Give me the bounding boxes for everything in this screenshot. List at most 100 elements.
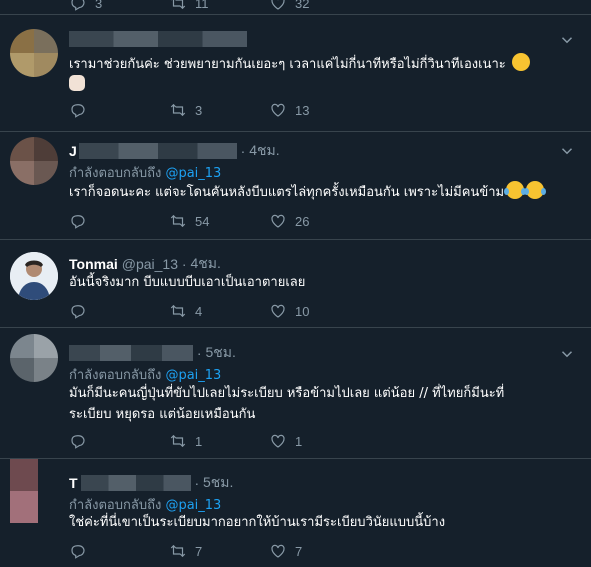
reply-button[interactable]: 3 bbox=[69, 0, 169, 12]
reply-button[interactable] bbox=[69, 432, 169, 450]
mention-link[interactable]: @pai_13 bbox=[165, 498, 221, 513]
reply-count: 3 bbox=[95, 0, 103, 11]
like-button[interactable]: 7 bbox=[269, 542, 369, 560]
tweet-time[interactable]: 5ชม. bbox=[203, 472, 233, 494]
retweet-icon bbox=[170, 214, 186, 228]
reply-button[interactable] bbox=[69, 101, 169, 119]
tweet[interactable]: Tonmai @pai_13 · 4ชม. อันนี้จริงมาก บีบแ… bbox=[0, 240, 591, 328]
display-name[interactable]: Tonmai bbox=[69, 256, 118, 272]
tweet-header: · 5ชม. bbox=[69, 342, 236, 364]
chevron-down-icon[interactable] bbox=[558, 142, 576, 160]
blurred-username bbox=[69, 31, 247, 47]
like-button[interactable]: 13 bbox=[269, 101, 369, 119]
tweet-feed: 3 11 32 เรามาช่วยกันค่ะ ช่วยพยายามกันเยอ… bbox=[0, 0, 591, 567]
retweet-count: 54 bbox=[195, 213, 210, 229]
display-name[interactable]: T bbox=[69, 475, 78, 491]
blurred-username bbox=[78, 143, 237, 159]
display-name[interactable]: J bbox=[69, 143, 77, 159]
replying-to: กำลังตอบกลับถึง @pai_13 bbox=[69, 166, 222, 181]
tweet-time[interactable]: 5ชม. bbox=[205, 342, 235, 364]
tweet-actions: 3 11 32 bbox=[69, 0, 369, 12]
like-count: 32 bbox=[295, 0, 310, 11]
rock-hand-emoji-icon bbox=[69, 75, 85, 91]
reply-icon bbox=[71, 0, 85, 11]
heart-icon bbox=[271, 0, 285, 10]
avatar[interactable] bbox=[10, 29, 58, 77]
reply-icon bbox=[71, 215, 85, 229]
like-button[interactable]: 10 bbox=[269, 302, 369, 320]
retweet-button[interactable]: 11 bbox=[169, 0, 269, 12]
tweet-header: T · 5ชม. bbox=[69, 472, 233, 494]
reply-button[interactable] bbox=[69, 542, 169, 560]
reply-icon bbox=[71, 435, 85, 449]
tweet-actions: 3 13 bbox=[69, 101, 369, 119]
smile-emoji-icon bbox=[511, 53, 530, 71]
heart-icon bbox=[271, 214, 285, 228]
tweet[interactable]: · 5ชม. กำลังตอบกลับถึง @pai_13 มันก็มีนะ… bbox=[0, 328, 591, 459]
like-count: 7 bbox=[295, 543, 303, 559]
tweet-time[interactable]: 4ชม. bbox=[249, 140, 279, 162]
laughing-tears-emoji-icon bbox=[504, 181, 527, 199]
blurred-username bbox=[80, 475, 191, 491]
tweet-text: เรามาช่วยกันค่ะ ช่วยพยายามกันเยอะๆ เวลาแ… bbox=[69, 53, 569, 98]
retweet-count: 4 bbox=[195, 303, 203, 319]
like-button[interactable]: 1 bbox=[269, 432, 369, 450]
retweet-icon bbox=[171, 0, 186, 10]
laughing-tears-emoji-icon bbox=[524, 181, 547, 199]
chevron-down-icon[interactable] bbox=[558, 31, 576, 49]
retweet-count: 3 bbox=[195, 102, 203, 118]
retweet-count: 1 bbox=[195, 433, 203, 449]
reply-button[interactable] bbox=[69, 302, 169, 320]
reply-icon bbox=[71, 545, 85, 559]
avatar[interactable] bbox=[10, 252, 58, 300]
retweet-icon bbox=[170, 103, 186, 117]
reply-icon bbox=[71, 305, 85, 319]
user-handle[interactable]: @pai_13 bbox=[122, 256, 178, 272]
avatar[interactable] bbox=[10, 137, 58, 185]
retweet-count: 11 bbox=[195, 0, 209, 11]
heart-icon bbox=[271, 434, 285, 448]
like-count: 1 bbox=[295, 433, 303, 449]
reply-button[interactable] bbox=[69, 212, 169, 230]
retweet-button[interactable]: 1 bbox=[169, 432, 269, 450]
tweet-actions: 54 26 bbox=[69, 212, 369, 230]
person-photo-icon bbox=[10, 252, 58, 300]
like-count: 13 bbox=[295, 102, 310, 118]
like-button[interactable]: 26 bbox=[269, 212, 369, 230]
tweet-header: J · 4ชม. bbox=[69, 140, 280, 162]
retweet-button[interactable]: 54 bbox=[169, 212, 269, 230]
retweet-button[interactable]: 7 bbox=[169, 542, 269, 560]
replying-to: กำลังตอบกลับถึง @pai_13 bbox=[69, 368, 222, 383]
tweet-header bbox=[69, 31, 247, 47]
tweet-text: อันนี้จริงมาก บีบแบบบีบเอาเป็นเอาตายเลย bbox=[69, 275, 306, 290]
retweet-icon bbox=[170, 544, 186, 558]
retweet-button[interactable]: 4 bbox=[169, 302, 269, 320]
avatar[interactable] bbox=[10, 334, 58, 382]
heart-icon bbox=[271, 103, 285, 117]
tweet-text: เราก็จอดนะคะ แต่จะโดนคันหลังบีบแตรไล่ทุก… bbox=[69, 181, 569, 203]
like-count: 10 bbox=[295, 303, 310, 319]
mention-link[interactable]: @pai_13 bbox=[165, 166, 221, 181]
tweet-actions: 7 7 bbox=[69, 542, 369, 560]
reply-icon bbox=[71, 104, 85, 118]
tweet[interactable]: เรามาช่วยกันค่ะ ช่วยพยายามกันเยอะๆ เวลาแ… bbox=[0, 15, 591, 132]
blurred-username bbox=[69, 345, 193, 361]
like-button[interactable]: 32 bbox=[269, 0, 369, 12]
heart-icon bbox=[271, 544, 285, 558]
mention-link[interactable]: @pai_13 bbox=[165, 368, 221, 383]
retweet-button[interactable]: 3 bbox=[169, 101, 269, 119]
chevron-down-icon[interactable] bbox=[558, 345, 576, 363]
retweet-icon bbox=[170, 304, 186, 318]
tweet-partial: 3 11 32 bbox=[0, 0, 591, 15]
tweet[interactable]: T · 5ชม. กำลังตอบกลับถึง @pai_13 ใช่ค่ะท… bbox=[0, 459, 591, 567]
tweet[interactable]: J · 4ชม. กำลังตอบกลับถึง @pai_13 เราก็จอ… bbox=[0, 132, 591, 240]
retweet-count: 7 bbox=[195, 543, 203, 559]
tweet-actions: 4 10 bbox=[69, 302, 369, 320]
like-count: 26 bbox=[295, 213, 310, 229]
tweet-actions: 1 1 bbox=[69, 432, 369, 450]
retweet-icon bbox=[170, 434, 186, 448]
tweet-text: มันก็มีนะคนญี่ปุ่นที่ขับไปเลยไม่ระเบียบ … bbox=[69, 386, 505, 422]
avatar[interactable] bbox=[10, 459, 38, 523]
tweet-text: ใช่ค่ะที่นี่เขาเป็นระเบียบมากอยากให้บ้าน… bbox=[69, 515, 446, 530]
heart-icon bbox=[271, 304, 285, 318]
